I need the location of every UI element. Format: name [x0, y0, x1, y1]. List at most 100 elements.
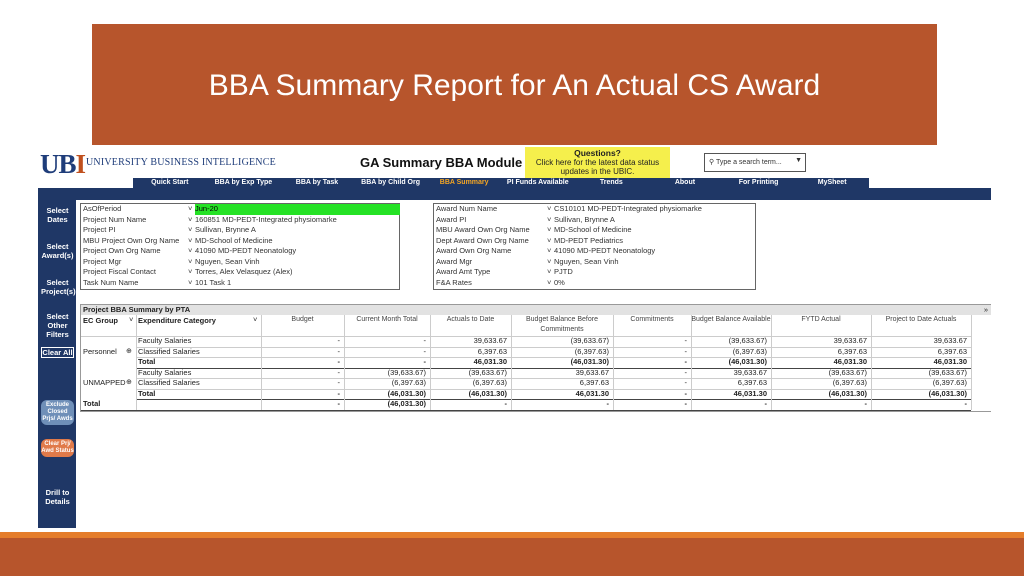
value-cell: -: [423, 357, 427, 366]
grand-total-cell: -: [337, 399, 341, 408]
filter-row[interactable]: Award Amt Type ˅ PJTD: [434, 267, 755, 278]
select-dates-button[interactable]: Select Dates: [41, 206, 74, 224]
filter-dropdown-icon[interactable]: ˅: [547, 204, 551, 215]
value-cell: (46,031.30): [387, 388, 426, 398]
nav-tab[interactable]: PI Funds Available: [501, 178, 575, 188]
filter-row[interactable]: Project Mgr ˅ Nguyen, Sean Vinh: [81, 257, 399, 268]
grand-total-cell: -: [964, 399, 968, 408]
nav-tab[interactable]: BBA by Child Org: [354, 178, 428, 188]
slide-title: BBA Summary Report for An Actual CS Awar…: [208, 69, 821, 102]
filter-dropdown-icon[interactable]: ˅: [188, 278, 192, 289]
expand-icon[interactable]: »: [984, 305, 988, 315]
column-divider: [261, 315, 262, 410]
category-label: Faculty Salaries: [138, 367, 192, 377]
column-divider: [691, 315, 692, 410]
filter-row[interactable]: Project PI ˅ Sullivan, Brynne A: [81, 225, 399, 236]
col-header[interactable]: Budget Balance Available: [691, 315, 771, 335]
filter-row[interactable]: MBU Project Own Org Name ˅ MD-School of Me…: [81, 236, 399, 247]
col-header[interactable]: Actuals to Date: [430, 315, 511, 335]
value-cell: -: [684, 367, 688, 377]
sort-icon[interactable]: ˅: [253, 315, 259, 325]
nav-tab[interactable]: Trends: [575, 178, 649, 188]
search-icon: ⚲: [709, 159, 715, 166]
nav-tab[interactable]: BBA by Exp Type: [207, 178, 281, 188]
nav-tab[interactable]: MySheet: [795, 178, 869, 188]
exclude-closed-button[interactable]: Exclude Closed Prjs/ Awds: [41, 400, 74, 425]
col-header[interactable]: Commitments: [613, 315, 691, 335]
filter-value: CS10101 MD-PEDT-Integrated physiomarke: [554, 204, 702, 213]
filter-dropdown-icon[interactable]: ˅: [188, 246, 192, 257]
clear-all-button[interactable]: Clear All: [41, 347, 74, 358]
clear-status-button[interactable]: Clear Prj/ Awd Status: [41, 439, 74, 457]
filter-row[interactable]: Project Own Org Name ˅ 41090 MD-PEDT Neona…: [81, 246, 399, 257]
filter-label: Project Fiscal Contact: [83, 267, 156, 276]
filter-row[interactable]: Award PI ˅ Sullivan, Brynne A: [434, 215, 755, 226]
filter-dropdown-icon[interactable]: ˅: [547, 236, 551, 247]
filter-dropdown-icon[interactable]: ˅: [547, 215, 551, 226]
value-cell: -: [684, 388, 688, 398]
col-header[interactable]: Budget: [261, 315, 344, 335]
select-project-button[interactable]: Select Project(s): [41, 278, 76, 296]
filter-row[interactable]: MBU Award Own Org Name ˅ MD-School of Medi…: [434, 225, 755, 236]
col-header-ec-group[interactable]: EC Group: [83, 316, 133, 326]
filter-dropdown-icon[interactable]: ˅: [547, 257, 551, 268]
filter-dropdown-icon[interactable]: ˅: [547, 246, 551, 257]
nav-tab[interactable]: Quick Start: [133, 178, 207, 188]
filter-value: Sullivan, Brynne A: [554, 214, 615, 224]
filter-value: PJTD: [554, 267, 573, 276]
value-cell: -: [337, 378, 341, 387]
search-box[interactable]: ⚲ Type a search term... ▼: [704, 153, 806, 172]
filter-row[interactable]: Dept Award Own Org Name ˅ MD-PEDT Pediatri…: [434, 236, 755, 247]
filter-row[interactable]: Project Num Name ˅ 160851 MD-PEDT-Integrat…: [81, 215, 399, 226]
table-grid: EC Group Expenditure Category ˅ ˅ Budget Curr…: [81, 315, 991, 411]
chevron-down-icon[interactable]: ▼: [795, 157, 802, 164]
filter-dropdown-icon[interactable]: ˅: [188, 267, 192, 278]
expand-group-icon[interactable]: ⊕: [126, 347, 134, 357]
filter-row[interactable]: Award Mgr ˅ Nguyen, Sean Vinh: [434, 257, 755, 268]
total-label: Total: [138, 357, 156, 366]
filter-value: 160851 MD-PEDT-Integrated physiomarke: [195, 214, 337, 224]
nav-tab[interactable]: BBA Summary: [427, 178, 501, 188]
value-cell: -: [684, 357, 688, 366]
column-divider: [136, 315, 137, 410]
award-filters: Award Num Name ˅ CS10101 MD-PEDT-Integrate…: [433, 203, 756, 290]
value-cell: (6,397.63): [391, 378, 426, 387]
sort-icon[interactable]: ˅: [129, 315, 135, 325]
filter-row[interactable]: Award Num Name ˅ CS10101 MD-PEDT-Integrate…: [434, 204, 755, 215]
filter-row[interactable]: F&A Rates ˅ 0%: [434, 278, 755, 289]
filter-row[interactable]: Task Num Name ˅ 101 Task 1: [81, 278, 399, 289]
col-header[interactable]: FYTD Actual: [771, 315, 871, 335]
select-award-button[interactable]: Select Award(s): [41, 242, 74, 260]
drill-details-button[interactable]: Drill to Details: [41, 488, 74, 506]
filter-label: Award PI: [436, 214, 467, 224]
filter-dropdown-icon[interactable]: ˅: [547, 225, 551, 236]
grand-total-cell: -: [606, 399, 610, 408]
module-title: GA Summary BBA Module: [360, 155, 523, 170]
filter-dropdown-icon[interactable]: ˅: [188, 236, 192, 247]
col-header[interactable]: Budget Balance Before Commitments: [511, 315, 613, 335]
filter-row[interactable]: Project Fiscal Contact ˅ Torres, Alex Vela…: [81, 267, 399, 278]
grand-total-cell: -: [864, 399, 868, 408]
filter-dropdown-icon[interactable]: ˅: [188, 204, 192, 215]
col-header[interactable]: Project to Date Actuals: [871, 315, 971, 335]
filter-dropdown-icon[interactable]: ˅: [188, 225, 192, 236]
col-header-expenditure[interactable]: Expenditure Category: [138, 316, 258, 326]
filter-dropdown-icon[interactable]: ˅: [188, 215, 192, 226]
search-placeholder: Type a search term...: [715, 159, 782, 166]
nav-tab[interactable]: About: [648, 178, 722, 188]
nav-tab[interactable]: For Printing: [722, 178, 796, 188]
filter-label: Project Mgr: [83, 256, 122, 266]
value-cell: (6,397.63): [574, 346, 609, 356]
filter-label: Award Amt Type: [436, 267, 491, 276]
filter-row[interactable]: AsOfPeriod ˅ Jun-20: [81, 204, 400, 215]
filter-row[interactable]: Award Own Org Name ˅ 41090 MD-PEDT Neonato…: [434, 246, 755, 257]
filter-dropdown-icon[interactable]: ˅: [547, 278, 551, 289]
nav-tab[interactable]: BBA by Task: [280, 178, 354, 188]
questions-button[interactable]: Questions? Click here for the latest dat…: [525, 147, 670, 178]
value-cell: (39,633.67): [928, 367, 967, 377]
filter-dropdown-icon[interactable]: ˅: [188, 257, 192, 268]
filter-dropdown-icon[interactable]: ˅: [547, 267, 551, 278]
col-header[interactable]: Current Month Total: [344, 315, 430, 335]
expand-group-icon[interactable]: ⊕: [126, 378, 134, 388]
select-other-filters-button[interactable]: Select Other Filters: [41, 312, 74, 339]
